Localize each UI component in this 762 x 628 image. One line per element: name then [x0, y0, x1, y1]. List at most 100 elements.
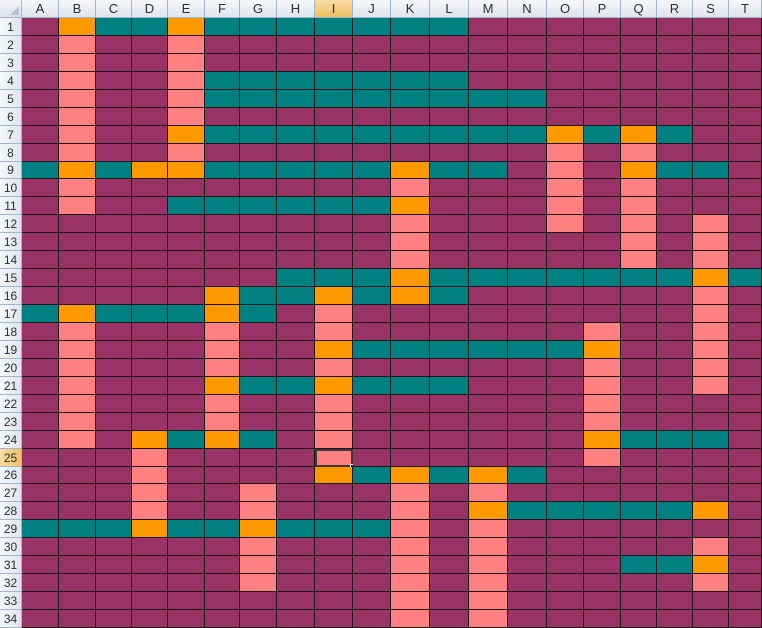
- cell-E20[interactable]: [168, 359, 205, 377]
- cell-Q20[interactable]: [621, 359, 657, 377]
- cell-M19[interactable]: [469, 341, 508, 359]
- cell-I4[interactable]: [315, 72, 353, 90]
- cell-L32[interactable]: [430, 574, 469, 592]
- cell-O20[interactable]: [547, 359, 584, 377]
- cell-T26[interactable]: [729, 467, 762, 484]
- cell-R29[interactable]: [657, 520, 693, 538]
- cell-G22[interactable]: [240, 395, 277, 413]
- cell-P29[interactable]: [584, 520, 621, 538]
- cell-M14[interactable]: [469, 251, 508, 269]
- cell-O12[interactable]: [547, 215, 584, 233]
- cell-S22[interactable]: [693, 395, 729, 413]
- cell-O17[interactable]: [547, 305, 584, 323]
- cell-L9[interactable]: [430, 162, 469, 179]
- cell-R30[interactable]: [657, 538, 693, 556]
- cell-Q10[interactable]: [621, 179, 657, 197]
- column-header-K[interactable]: K: [391, 0, 430, 18]
- cell-G2[interactable]: [240, 36, 277, 54]
- cell-F19[interactable]: [205, 341, 240, 359]
- cell-P26[interactable]: [584, 467, 621, 484]
- cell-N13[interactable]: [508, 233, 547, 251]
- cell-O14[interactable]: [547, 251, 584, 269]
- cell-T30[interactable]: [729, 538, 762, 556]
- cell-Q28[interactable]: [621, 502, 657, 520]
- cell-E13[interactable]: [168, 233, 205, 251]
- cell-R18[interactable]: [657, 323, 693, 341]
- cell-E32[interactable]: [168, 574, 205, 592]
- cell-E11[interactable]: [168, 197, 205, 215]
- cell-E21[interactable]: [168, 377, 205, 395]
- cell-Q26[interactable]: [621, 467, 657, 484]
- cell-G21[interactable]: [240, 377, 277, 395]
- cell-L5[interactable]: [430, 90, 469, 108]
- cell-I26[interactable]: [315, 467, 353, 484]
- cell-L30[interactable]: [430, 538, 469, 556]
- row-header-34[interactable]: 34: [0, 610, 22, 628]
- cell-J13[interactable]: [353, 233, 391, 251]
- cell-L13[interactable]: [430, 233, 469, 251]
- cell-O32[interactable]: [547, 574, 584, 592]
- cell-J28[interactable]: [353, 502, 391, 520]
- cell-B34[interactable]: [59, 610, 96, 628]
- cell-H33[interactable]: [277, 592, 315, 610]
- cell-Q23[interactable]: [621, 413, 657, 431]
- cell-D4[interactable]: [132, 72, 168, 90]
- cell-T11[interactable]: [729, 197, 762, 215]
- cell-Q27[interactable]: [621, 484, 657, 502]
- cell-N16[interactable]: [508, 287, 547, 305]
- cell-L21[interactable]: [430, 377, 469, 395]
- cell-I21[interactable]: [315, 377, 353, 395]
- cell-B21[interactable]: [59, 377, 96, 395]
- cell-S27[interactable]: [693, 484, 729, 502]
- cell-O8[interactable]: [547, 144, 584, 162]
- cell-J3[interactable]: [353, 54, 391, 72]
- cell-N28[interactable]: [508, 502, 547, 520]
- row-header-21[interactable]: 21: [0, 377, 22, 395]
- cell-I28[interactable]: [315, 502, 353, 520]
- cell-I33[interactable]: [315, 592, 353, 610]
- cell-P31[interactable]: [584, 556, 621, 574]
- cell-D23[interactable]: [132, 413, 168, 431]
- cell-K34[interactable]: [391, 610, 430, 628]
- cell-B13[interactable]: [59, 233, 96, 251]
- row-header-4[interactable]: 4: [0, 72, 22, 90]
- cell-S18[interactable]: [693, 323, 729, 341]
- cell-F33[interactable]: [205, 592, 240, 610]
- cell-G34[interactable]: [240, 610, 277, 628]
- cell-D21[interactable]: [132, 377, 168, 395]
- cell-M33[interactable]: [469, 592, 508, 610]
- cell-C20[interactable]: [96, 359, 132, 377]
- cell-I12[interactable]: [315, 215, 353, 233]
- cell-M31[interactable]: [469, 556, 508, 574]
- cell-K16[interactable]: [391, 287, 430, 305]
- cell-C2[interactable]: [96, 36, 132, 54]
- cell-C34[interactable]: [96, 610, 132, 628]
- cell-R15[interactable]: [657, 269, 693, 287]
- cell-L14[interactable]: [430, 251, 469, 269]
- cell-R9[interactable]: [657, 162, 693, 179]
- cell-L18[interactable]: [430, 323, 469, 341]
- cell-F17[interactable]: [205, 305, 240, 323]
- cell-S28[interactable]: [693, 502, 729, 520]
- cell-A34[interactable]: [22, 610, 59, 628]
- cell-R16[interactable]: [657, 287, 693, 305]
- cell-D18[interactable]: [132, 323, 168, 341]
- cell-N10[interactable]: [508, 179, 547, 197]
- cell-J27[interactable]: [353, 484, 391, 502]
- column-header-C[interactable]: C: [96, 0, 132, 18]
- cell-T34[interactable]: [729, 610, 762, 628]
- cell-H8[interactable]: [277, 144, 315, 162]
- cell-H1[interactable]: [277, 18, 315, 36]
- cell-S1[interactable]: [693, 18, 729, 36]
- cell-A32[interactable]: [22, 574, 59, 592]
- cell-M11[interactable]: [469, 197, 508, 215]
- cell-O3[interactable]: [547, 54, 584, 72]
- cell-J19[interactable]: [353, 341, 391, 359]
- cell-T20[interactable]: [729, 359, 762, 377]
- cell-M15[interactable]: [469, 269, 508, 287]
- cell-Q18[interactable]: [621, 323, 657, 341]
- cell-A17[interactable]: [22, 305, 59, 323]
- cell-N5[interactable]: [508, 90, 547, 108]
- cell-K21[interactable]: [391, 377, 430, 395]
- cell-R5[interactable]: [657, 90, 693, 108]
